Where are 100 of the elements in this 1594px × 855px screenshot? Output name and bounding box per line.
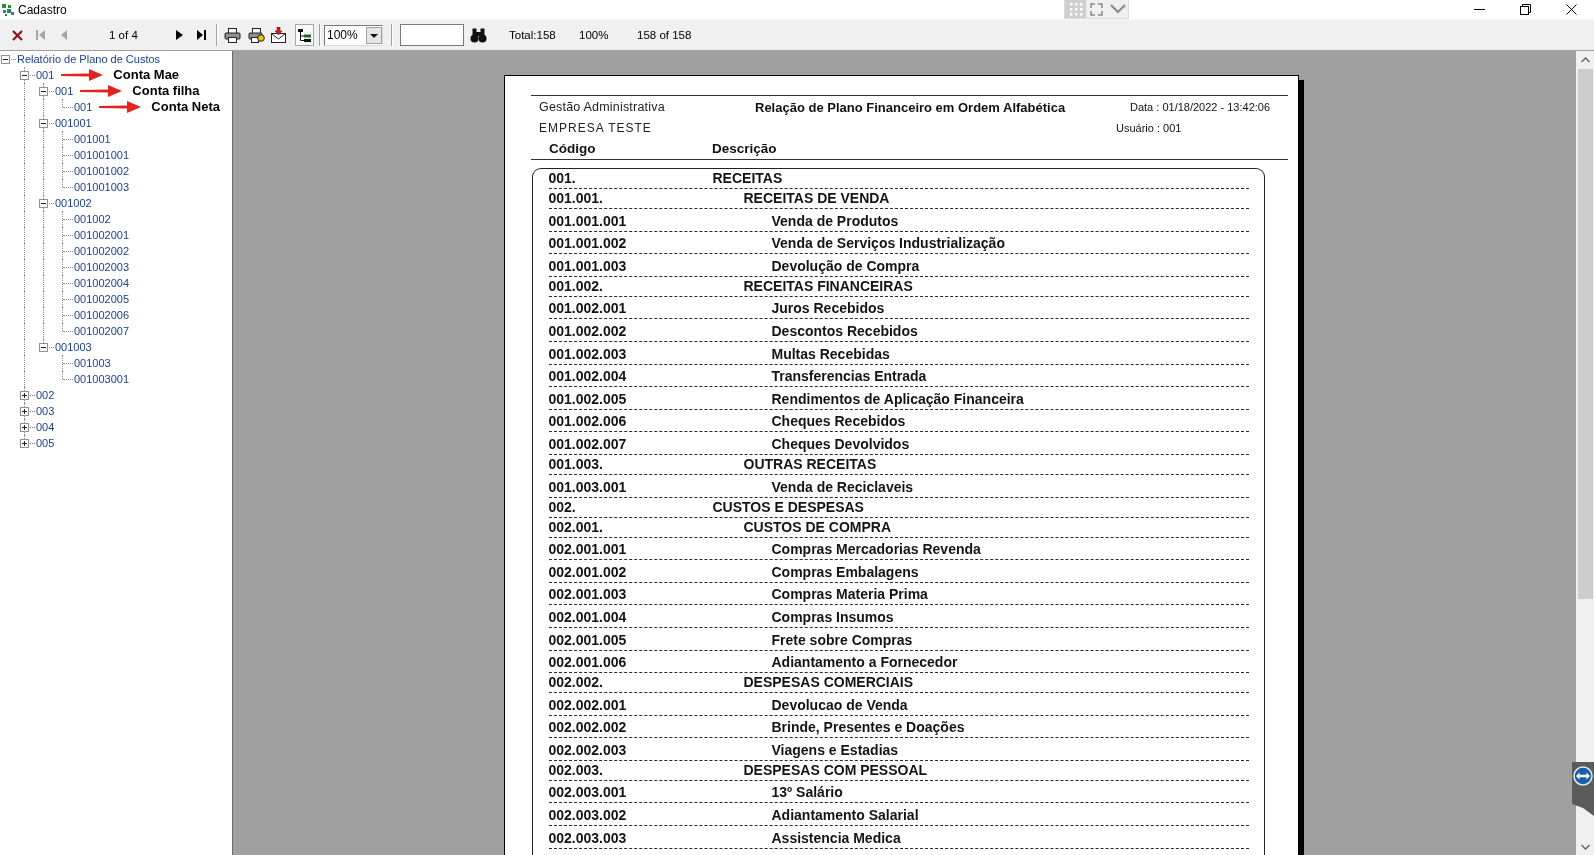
tree-view-icon xyxy=(298,28,311,42)
page-indicator: 1 of 4 xyxy=(109,29,139,41)
minus-box-icon[interactable] xyxy=(20,70,29,80)
account-description: OUTRAS RECEITAS xyxy=(743,455,877,472)
restore-icon[interactable] xyxy=(1519,4,1531,15)
tree-item[interactable]: 001002002 xyxy=(74,243,131,259)
account-description: Rendimentos de Aplicação Financeira xyxy=(771,390,1024,407)
tree-item[interactable]: 001 xyxy=(55,83,75,99)
scrollbar-thumb[interactable] xyxy=(1577,69,1593,599)
tree-item[interactable]: 001002003 xyxy=(74,259,131,275)
account-description: RECEITAS DE VENDA xyxy=(743,190,890,206)
tree-item[interactable]: 002 xyxy=(36,387,56,403)
account-code: 002.003. xyxy=(548,761,604,778)
caret-down-icon[interactable] xyxy=(366,26,382,44)
group-tree-toggle[interactable] xyxy=(295,24,314,46)
vertical-scrollbar[interactable] xyxy=(1576,51,1594,855)
tree-item[interactable]: 001001 xyxy=(74,131,112,147)
envelope-arrow-icon[interactable] xyxy=(270,27,287,43)
account-description: Compras Materia Prima xyxy=(771,586,928,603)
tree-item[interactable]: 005 xyxy=(36,435,56,451)
plus-box-icon[interactable] xyxy=(20,406,29,416)
account-code: 001.003.001 xyxy=(548,478,628,495)
account-code: 001.001.001 xyxy=(548,212,628,229)
minus-box-icon[interactable] xyxy=(39,198,48,208)
tree-item[interactable]: 003 xyxy=(36,403,56,419)
account-description: Viagens e Estadias xyxy=(771,741,899,758)
account-code: 001.001.003 xyxy=(548,257,628,274)
arrow-icon xyxy=(80,85,123,97)
tree-item[interactable]: 001 xyxy=(36,67,56,83)
tree-item[interactable]: 001001003 xyxy=(74,179,131,195)
tree-item[interactable]: 001002 xyxy=(55,195,93,211)
tree-item[interactable]: 001003 xyxy=(55,339,93,355)
account-description: RECEITAS FINANCEIRAS xyxy=(743,277,913,294)
chevron-up-icon[interactable] xyxy=(1580,56,1590,63)
tree-item[interactable]: 001002004 xyxy=(74,275,131,291)
total-count: Total:158 xyxy=(509,29,557,41)
account-description: DESPESAS COM PESSOAL xyxy=(743,761,928,778)
account-code: 001.002.004 xyxy=(548,368,628,385)
tree-item[interactable]: 001001002 xyxy=(74,163,131,179)
account-code: 002.001.005 xyxy=(548,631,628,648)
account-code: 001.001.002 xyxy=(548,235,628,252)
account-code: 002.003.001 xyxy=(548,784,628,801)
minus-box-icon[interactable] xyxy=(39,342,48,352)
account-code: 002.001. xyxy=(548,518,604,535)
account-description: Frete sobre Compras xyxy=(771,631,913,648)
account-code: 002.001.006 xyxy=(548,654,628,671)
minus-box-icon[interactable] xyxy=(39,86,48,96)
account-description: Adiantamento Salarial xyxy=(771,807,919,824)
tree-item[interactable]: 001001 xyxy=(55,115,93,131)
account-description: 13º Salário xyxy=(771,784,843,801)
minus-box-icon[interactable] xyxy=(39,118,48,128)
account-code: 001.002. xyxy=(548,277,604,294)
tree-item[interactable]: 001001001 xyxy=(74,147,131,163)
search-field[interactable] xyxy=(400,24,464,46)
system-name: Gestão Administrativa xyxy=(539,100,666,114)
plus-box-icon[interactable] xyxy=(20,438,29,448)
tree-item[interactable]: 001002007 xyxy=(74,323,131,339)
printer-icon[interactable] xyxy=(224,27,241,43)
account-code: 001.002.006 xyxy=(548,413,628,430)
account-code: 002.003.003 xyxy=(548,829,628,846)
printer-setup-icon[interactable] xyxy=(248,27,265,43)
chevron-down-icon[interactable] xyxy=(1109,4,1126,14)
tree-item[interactable]: 001002 xyxy=(74,211,112,227)
account-code: 001.001. xyxy=(548,190,604,206)
next-page-icon[interactable] xyxy=(175,29,183,41)
report-date: Data : 01/18/2022 - 13:42:06 xyxy=(1130,101,1271,113)
company-name: EMPRESA TESTE xyxy=(539,121,653,135)
account-description: Compras Mercadorias Revenda xyxy=(771,541,981,558)
account-code: 002.002. xyxy=(548,674,604,691)
account-code: 002.003.002 xyxy=(548,807,628,824)
report-title: Relação de Plano Financeiro em Ordem Alfabética xyxy=(755,99,1067,115)
account-description: Descontos Recebidos xyxy=(771,322,918,339)
account-description: Devolução de Compra xyxy=(771,257,920,274)
double-arrow-tab-icon[interactable] xyxy=(1569,762,1594,816)
binoculars-icon[interactable] xyxy=(470,27,487,43)
plus-box-icon[interactable] xyxy=(20,390,29,400)
tree-item[interactable]: 001002006 xyxy=(74,307,131,323)
account-description: Juros Recebidos xyxy=(771,300,885,317)
zoom-select[interactable]: 100% xyxy=(324,24,383,46)
account-description: Assistencia Medica xyxy=(771,829,901,846)
account-description: Multas Recebidas xyxy=(771,345,890,362)
tree-item[interactable]: 001003 xyxy=(74,355,112,371)
account-code: 002.001.004 xyxy=(548,608,628,625)
chevron-down-icon[interactable] xyxy=(1580,843,1590,850)
close-icon[interactable] xyxy=(12,29,23,41)
plus-box-icon[interactable] xyxy=(20,422,29,432)
tree-item[interactable]: Relatório de Plano de Custos xyxy=(17,51,162,67)
tree-item[interactable]: 001002005 xyxy=(74,291,131,307)
minus-box-icon[interactable] xyxy=(1,54,10,64)
account-code: 002.002.001 xyxy=(548,696,628,713)
tree-item[interactable]: 001 xyxy=(74,99,94,115)
tree-item[interactable]: 001002001 xyxy=(74,227,131,243)
close-icon[interactable] xyxy=(1565,4,1577,15)
account-code: 001. xyxy=(548,170,577,186)
column-header: Código xyxy=(549,141,597,156)
account-description: Compras Embalagens xyxy=(771,563,919,580)
tree-item[interactable]: 001003001 xyxy=(74,371,131,387)
last-page-icon[interactable] xyxy=(197,29,206,41)
tree-item[interactable]: 004 xyxy=(36,419,56,435)
account-description: RECEITAS xyxy=(712,170,783,186)
